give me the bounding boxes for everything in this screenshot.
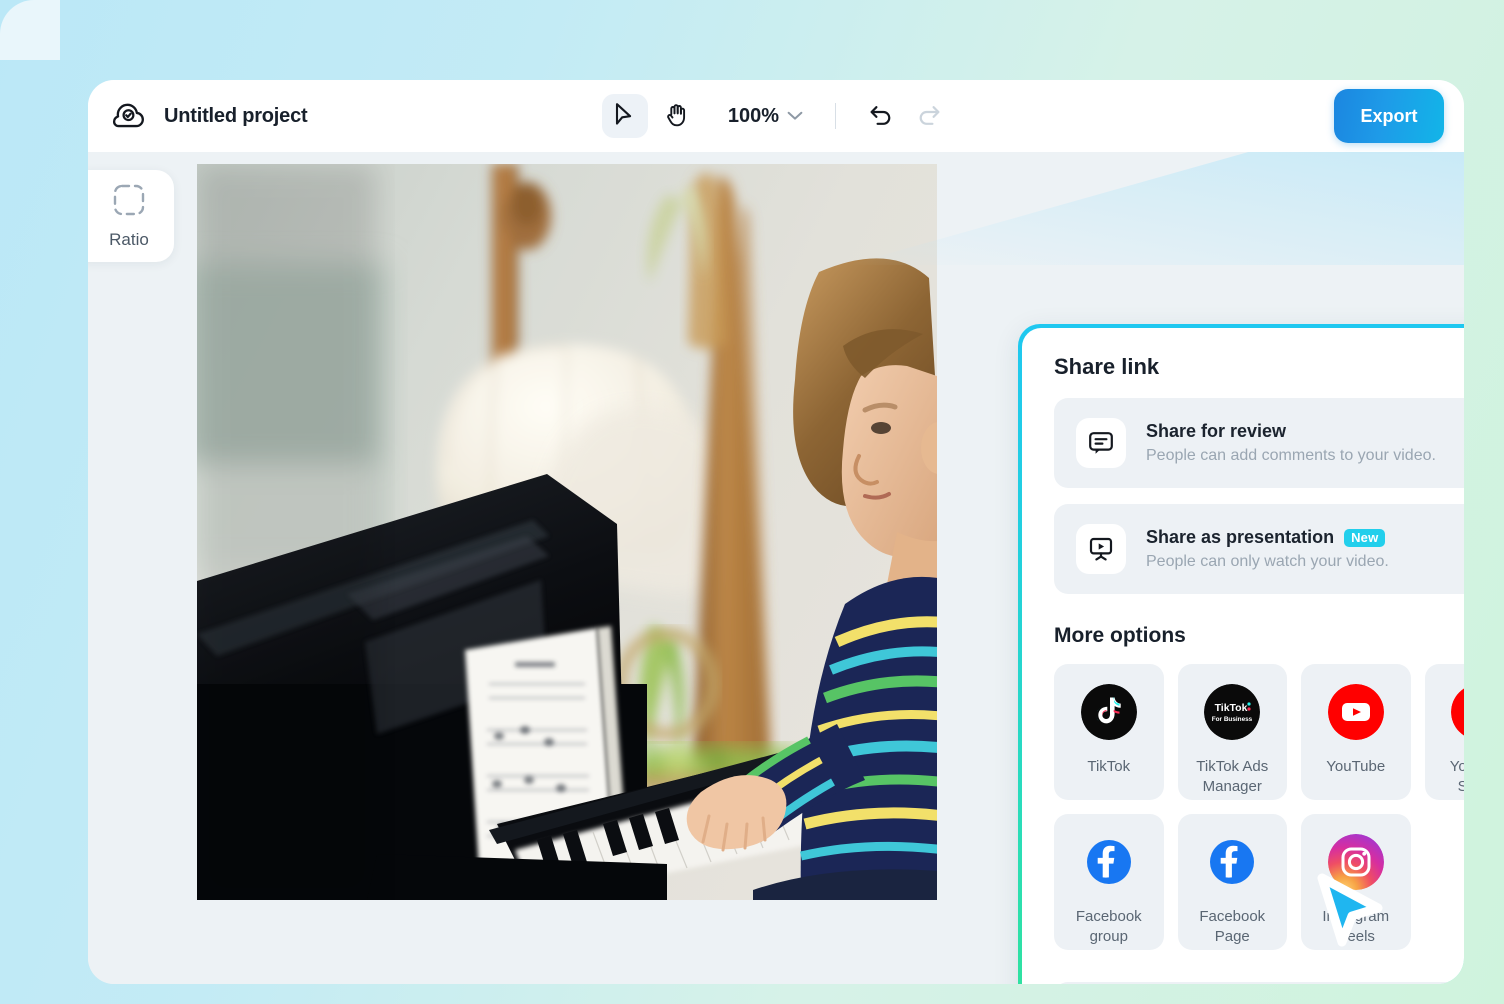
zoom-control[interactable]: 100% — [720, 99, 811, 134]
svg-text:TikTok: TikTok — [1215, 702, 1248, 714]
service-label: TikTok Ads Manager — [1196, 758, 1269, 795]
ratio-tool-button[interactable]: Ratio — [88, 170, 174, 262]
app-window: Untitled project 100% Export Ratio Share… — [88, 80, 1464, 984]
undo-button[interactable] — [860, 95, 902, 137]
tiktok-icon — [1080, 684, 1137, 745]
service-label: Instagram Reels — [1322, 908, 1390, 945]
service-label: YouTube — [1326, 758, 1386, 775]
dashed-frame-icon — [112, 183, 146, 222]
export-button[interactable]: Export — [1334, 89, 1444, 143]
project-title: Untitled project — [164, 104, 308, 127]
share-as-presentation-text: Share as presentation New People can onl… — [1146, 527, 1464, 571]
share-as-presentation-subtitle: People can only watch your video. — [1146, 553, 1389, 570]
service-facebook-page[interactable]: Facebook Page — [1177, 814, 1287, 950]
chevron-down-icon — [787, 109, 803, 124]
service-youtube[interactable]: YouTube — [1301, 664, 1411, 800]
redo-icon — [916, 103, 942, 130]
service-label: TikTok — [1087, 758, 1131, 775]
service-tiktok-ads-manager[interactable]: TikTok For Business TikTok Ads Manager — [1177, 664, 1287, 800]
share-for-review-subtitle: People can add comments to your video. — [1146, 447, 1436, 464]
service-instagram-reels[interactable]: Instagram Reels — [1301, 814, 1411, 950]
grid-empty-slot — [1425, 814, 1465, 950]
share-for-review-title: Share for review — [1146, 421, 1287, 441]
presentation-play-icon — [1076, 524, 1126, 574]
share-link-title: Share link — [1054, 354, 1160, 379]
service-facebook-group[interactable]: Facebook group — [1054, 814, 1164, 950]
services-grid-row-1: TikTok TikTok For Business TikTok Ads Ma… — [1054, 664, 1464, 800]
video-preview[interactable] — [197, 164, 937, 900]
ratio-tool-label: Ratio — [109, 229, 149, 249]
youtube-shorts-icon — [1451, 684, 1464, 745]
cloud-check-icon — [112, 99, 146, 133]
tiktok-for-business-icon: TikTok For Business — [1204, 684, 1261, 745]
undo-icon — [868, 103, 894, 130]
download-option[interactable]: Download — [1054, 982, 1464, 984]
facebook-icon — [1204, 834, 1260, 895]
instagram-icon — [1327, 834, 1384, 895]
services-grid-row-2: Facebook group Facebook Page Instagram R… — [1054, 814, 1464, 950]
share-as-presentation-title: Share as presentation — [1146, 527, 1335, 547]
share-as-presentation-option[interactable]: Share as presentation New People can onl… — [1054, 504, 1464, 594]
comment-bubble-icon — [1076, 418, 1126, 468]
facebook-icon — [1081, 834, 1137, 895]
redo-button[interactable] — [908, 95, 950, 137]
youtube-icon — [1327, 684, 1384, 745]
hand-icon — [665, 102, 689, 131]
service-youtube-shorts[interactable]: YouTube Shorts — [1424, 664, 1464, 800]
zoom-value: 100% — [727, 104, 780, 127]
share-panel-body: Share link Share for review People can a… — [1022, 328, 1464, 984]
brand-area: Untitled project — [112, 99, 308, 133]
service-label: YouTube Shorts — [1449, 758, 1464, 795]
toolbar-divider — [835, 103, 837, 129]
cursor-arrow-icon — [613, 102, 636, 130]
service-label: Facebook Page — [1199, 908, 1266, 945]
hand-tool-button[interactable] — [654, 94, 700, 138]
service-label: Facebook group — [1075, 908, 1142, 945]
share-for-review-option[interactable]: Share for review People can add comments… — [1054, 398, 1464, 488]
editor-canvas: Ratio Share link Share for review People… — [88, 152, 1464, 984]
service-tiktok[interactable]: TikTok — [1054, 664, 1164, 800]
share-panel: Share link Share for review People can a… — [1018, 324, 1464, 984]
new-badge: New — [1344, 528, 1386, 547]
svg-text:For Business: For Business — [1212, 716, 1253, 723]
more-options-title: More options — [1054, 624, 1186, 647]
select-tool-button[interactable] — [601, 94, 648, 138]
page-corner — [0, 0, 60, 60]
app-header: Untitled project 100% Export — [88, 80, 1464, 152]
share-for-review-text: Share for review People can add comments… — [1146, 421, 1464, 465]
